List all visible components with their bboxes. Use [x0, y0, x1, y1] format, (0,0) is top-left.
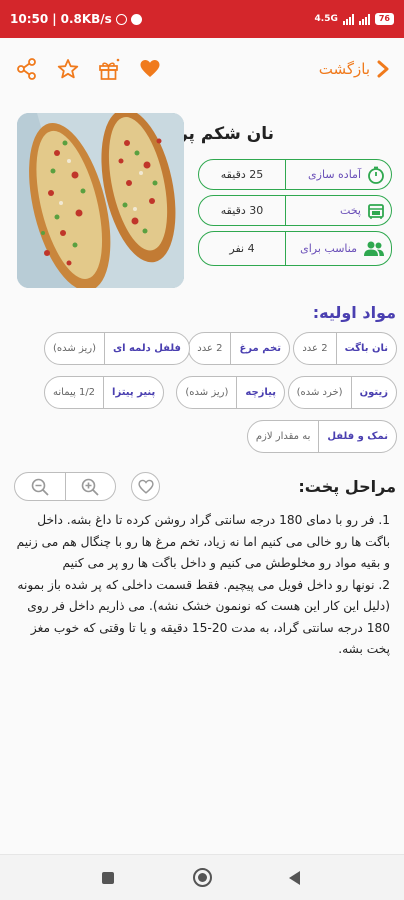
gift-icon[interactable] [96, 56, 122, 82]
ingredient-name: نان باگت [335, 333, 396, 364]
ingredient-amount: (ریز شده) [185, 387, 229, 398]
star-icon[interactable] [55, 56, 81, 82]
ingredient-name: پنیر پیتزا [103, 377, 163, 408]
separator: | [52, 12, 57, 26]
servings-label: مناسب برای [300, 242, 357, 255]
home-icon[interactable] [193, 868, 212, 887]
ingredient-amount: 2 عدد [302, 343, 328, 354]
servings-value: 4 نفر [229, 242, 255, 255]
status-bar: 10:50 | 0.8KB/s 4.5G 76 [0, 0, 404, 38]
ingredient-chip: نمک و فلفل به مقدار لازم [246, 420, 397, 453]
ingredient-amount: به مقدار لازم [255, 431, 311, 442]
clock-text: 10:50 [10, 12, 49, 26]
signal-icon-2 [358, 13, 370, 25]
heart-icon[interactable] [137, 56, 163, 82]
zoom-out-button[interactable] [15, 473, 65, 500]
heart-outline-icon [137, 479, 154, 494]
step-paragraph: 2. نونها رو داخل فویل می پیچیم. فقط قسمت… [17, 577, 390, 657]
zoom-in-button[interactable] [64, 473, 116, 500]
recipe-photo [17, 113, 184, 288]
ingredient-amount: (خرد شده) [296, 387, 343, 398]
clock-icon [368, 166, 384, 184]
battery-icon: 76 [374, 13, 394, 25]
chevron-right-icon [377, 60, 389, 78]
ingredient-chip: پیازچه (ریز شده) [176, 376, 285, 409]
ingredient-amount: 1/2 پیمانه [53, 387, 96, 398]
steps-title: مراحل پخت: [298, 477, 396, 496]
like-button[interactable] [131, 472, 160, 501]
step-paragraph: 1. فر رو با دمای 180 درجه سانتی گراد روش… [16, 513, 390, 570]
alarm-icon [115, 13, 127, 25]
oven-icon [368, 203, 384, 219]
back-triangle-icon[interactable] [289, 871, 300, 885]
servings-row: مناسب برای 4 نفر [198, 231, 392, 266]
steps-text: 1. فر رو با دمای 180 درجه سانتی گراد روش… [12, 510, 390, 661]
signal-icon [342, 13, 354, 25]
ingredient-name: تخم مرغ [230, 333, 289, 364]
cook-time-label: پخت [340, 204, 361, 217]
ingredient-chip: نان باگت 2 عدد [293, 332, 397, 365]
prep-time-row: آماده سازی 25 دقیقه [198, 159, 392, 190]
ingredient-name: فلفل دلمه ای [103, 333, 189, 364]
back-button[interactable]: بازگشت [319, 54, 390, 84]
ingredient-name: زیتون [350, 377, 396, 408]
notification-icon [130, 13, 142, 25]
ingredient-amount: (ریز شده) [53, 343, 96, 354]
back-label: بازگشت [318, 60, 370, 78]
network-type: 4.5G [314, 14, 338, 24]
ingredient-name: نمک و فلفل [318, 421, 396, 452]
share-icon[interactable] [14, 56, 40, 82]
ingredient-chip: زیتون (خرد شده) [287, 376, 397, 409]
ingredients-title: مواد اولیه: [312, 303, 396, 322]
ingredient-amount: 2 عدد [197, 343, 223, 354]
prep-time-label: آماده سازی [308, 168, 361, 181]
ingredient-chip: فلفل دلمه ای (ریز شده) [44, 332, 190, 365]
prep-time-value: 25 دقیقه [220, 168, 264, 181]
network-speed: 0.8KB/s [60, 12, 112, 26]
servings-label-box: مناسب برای [285, 232, 391, 265]
cook-time-row: پخت 30 دقیقه [198, 195, 392, 226]
zoom-controls [14, 472, 116, 501]
people-icon [364, 241, 384, 256]
cook-time-value: 30 دقیقه [220, 204, 264, 217]
ingredient-chip: پنیر پیتزا 1/2 پیمانه [44, 376, 165, 409]
recent-apps-icon[interactable] [102, 872, 114, 884]
top-action-bar: بازگشت [0, 42, 404, 96]
cook-time-label-box: پخت [285, 196, 391, 225]
ingredient-name: پیازچه [236, 377, 284, 408]
prep-time-label-box: آماده سازی [285, 160, 391, 189]
zoom-out-icon [31, 478, 49, 496]
system-nav-bar [0, 854, 404, 900]
zoom-in-icon [81, 478, 99, 496]
ingredient-chip: تخم مرغ 2 عدد [188, 332, 290, 365]
